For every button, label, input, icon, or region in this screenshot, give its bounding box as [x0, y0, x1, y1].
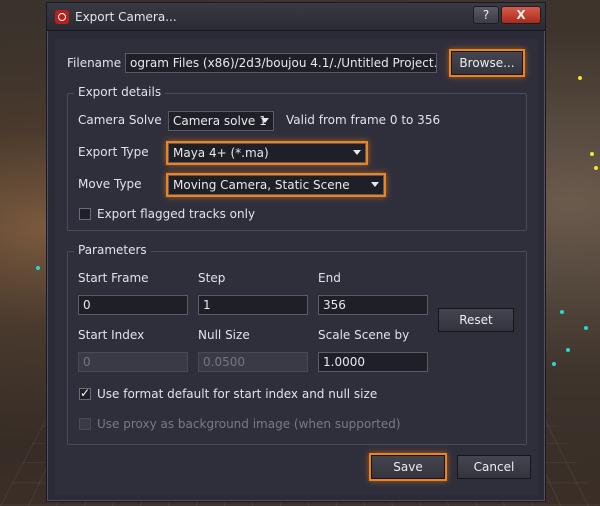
save-button[interactable]: Save — [371, 455, 445, 479]
end-label: End — [318, 271, 341, 285]
camera-solve-select[interactable]: Camera solve 1 — [168, 111, 274, 131]
chevron-down-icon — [261, 118, 269, 123]
export-flagged-checkbox[interactable] — [79, 208, 91, 220]
export-details-group: Export details Camera Solve Camera solve… — [67, 85, 527, 231]
track-point — [566, 348, 570, 352]
parameters-title: Parameters — [74, 243, 151, 257]
format-default-label: Use format default for start index and n… — [97, 387, 378, 401]
close-button[interactable]: X — [501, 6, 541, 24]
track-point — [36, 266, 40, 270]
dialog-body: Filename ogram Files (x86)/2d3/boujou 4.… — [55, 39, 539, 495]
start-index-input[interactable]: 0 — [78, 352, 188, 372]
track-point — [590, 152, 594, 156]
filename-label: Filename — [67, 56, 122, 70]
export-details-title: Export details — [74, 85, 166, 99]
track-point — [552, 362, 556, 366]
export-camera-dialog: Export Camera... ? X Filename ogram File… — [46, 2, 546, 502]
export-type-value: Maya 4+ (*.ma) — [173, 146, 269, 160]
chevron-down-icon — [371, 182, 379, 187]
export-type-label: Export Type — [78, 145, 149, 159]
reset-button[interactable]: Reset — [438, 308, 514, 332]
track-point — [594, 166, 598, 170]
cancel-button[interactable]: Cancel — [457, 455, 531, 479]
camera-solve-label: Camera Solve — [78, 113, 162, 127]
help-button[interactable]: ? — [473, 6, 499, 24]
start-frame-label: Start Frame — [78, 271, 149, 285]
export-flagged-label: Export flagged tracks only — [97, 207, 256, 221]
move-type-value: Moving Camera, Static Scene — [173, 178, 350, 192]
window-title: Export Camera... — [75, 9, 177, 24]
move-type-select[interactable]: Moving Camera, Static Scene — [168, 175, 384, 195]
filename-input[interactable]: ogram Files (x86)/2d3/boujou 4.1/./Untit… — [125, 53, 437, 73]
proxy-checkbox[interactable] — [79, 418, 91, 430]
step-label: Step — [198, 271, 226, 285]
browse-button[interactable]: Browse... — [451, 51, 523, 75]
null-size-label: Null Size — [198, 328, 250, 342]
scale-scene-input[interactable]: 1.0000 — [318, 352, 428, 372]
start-frame-input[interactable]: 0 — [78, 295, 188, 315]
track-point — [578, 76, 582, 80]
format-default-checkbox[interactable] — [79, 386, 91, 400]
proxy-label: Use proxy as background image (when supp… — [97, 417, 401, 431]
export-type-select[interactable]: Maya 4+ (*.ma) — [168, 143, 366, 163]
scale-scene-label: Scale Scene by — [318, 328, 410, 342]
track-point — [560, 310, 564, 314]
valid-range-text: Valid from frame 0 to 356 — [286, 113, 441, 127]
title-bar[interactable]: Export Camera... ? X — [47, 3, 545, 31]
start-index-label: Start Index — [78, 328, 145, 342]
end-input[interactable]: 356 — [318, 295, 428, 315]
step-input[interactable]: 1 — [198, 295, 308, 315]
boujou-app-icon — [55, 9, 69, 24]
null-size-input[interactable]: 0.0500 — [198, 352, 308, 372]
parameters-group: Parameters Start Frame Step End 0 1 356 … — [67, 243, 527, 445]
camera-solve-value: Camera solve 1 — [173, 114, 267, 128]
move-type-label: Move Type — [78, 177, 142, 191]
chevron-down-icon — [353, 150, 361, 155]
track-point — [584, 326, 588, 330]
